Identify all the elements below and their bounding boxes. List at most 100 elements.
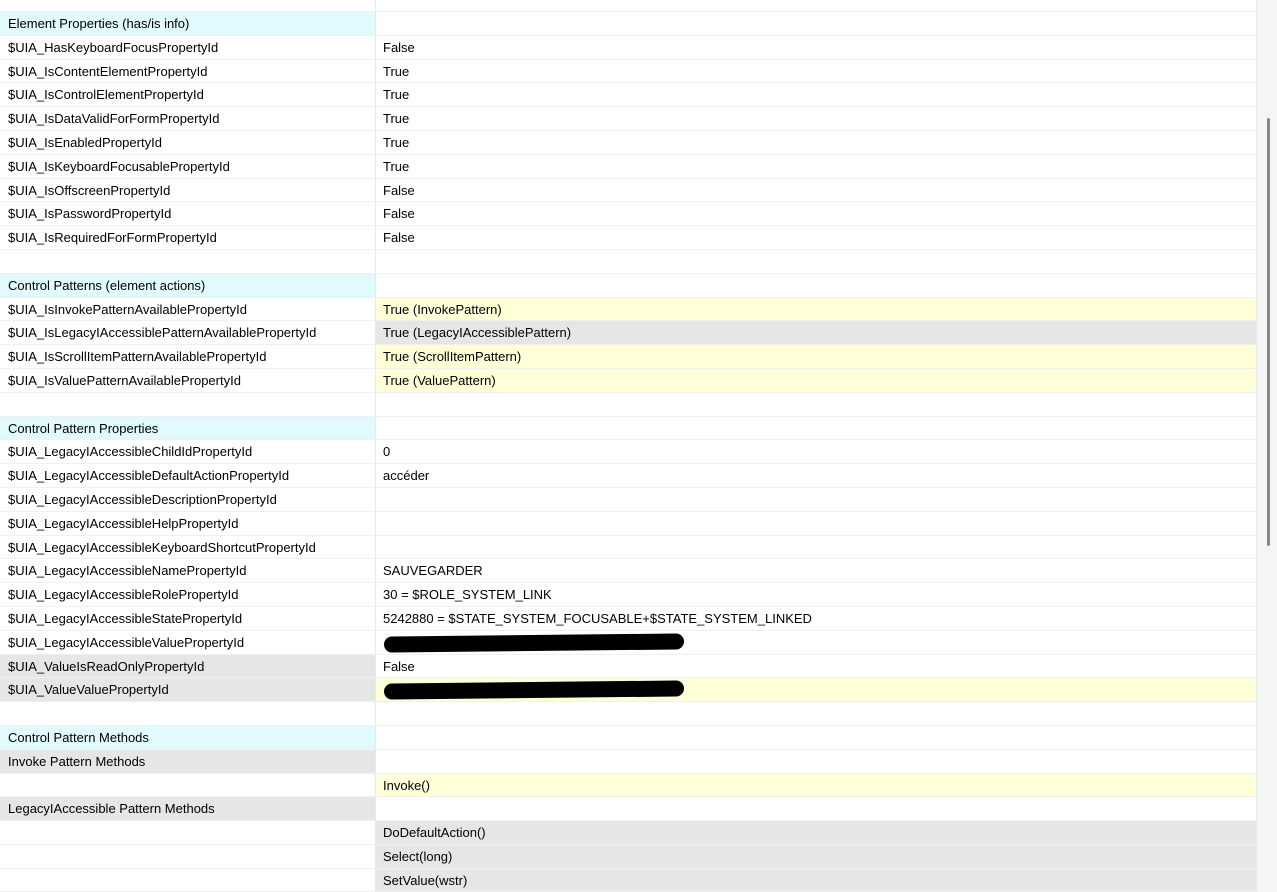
property-name: $UIA_LegacyIAccessibleHelpPropertyId	[0, 511, 376, 535]
property-name: Invoke Pattern Methods	[0, 749, 376, 773]
property-value	[376, 417, 1248, 440]
property-value: True	[376, 83, 1248, 106]
property-name: $UIA_ValueValuePropertyId	[0, 678, 376, 702]
property-name: LegacyIAccessible Pattern Methods	[0, 797, 376, 821]
property-name: $UIA_IsRequiredForFormPropertyId	[0, 226, 376, 249]
row-end	[1248, 655, 1256, 678]
property-name: $UIA_IsKeyboardFocusablePropertyId	[0, 154, 376, 178]
property-row[interactable]: $UIA_IsKeyboardFocusablePropertyId True	[0, 154, 1256, 179]
redaction-mark	[383, 680, 685, 700]
row-end	[1248, 393, 1256, 416]
property-name: $UIA_IsScrollItemPatternAvailablePropert…	[0, 345, 376, 368]
property-row[interactable]: $UIA_LegacyIAccessibleRolePropertyId 30 =…	[0, 583, 1256, 607]
property-value: DoDefaultAction()	[376, 821, 1248, 844]
property-row[interactable]: $UIA_IsInvokePatternAvailablePropertyId T…	[0, 297, 1256, 322]
row-end	[1248, 60, 1256, 83]
property-row[interactable]: $UIA_IsScrollItemPatternAvailablePropert…	[0, 345, 1256, 369]
property-row[interactable]: $UIA_IsPasswordPropertyId False	[0, 202, 1256, 227]
property-row[interactable]: $UIA_IsValuePatternAvailablePropertyId Tr…	[0, 368, 1256, 393]
row-end	[1248, 368, 1256, 392]
section-title: Control Pattern Properties	[0, 416, 376, 440]
property-value-text: accéder	[383, 468, 430, 484]
property-value-text: True	[383, 111, 410, 127]
row-end	[1248, 464, 1256, 487]
property-value	[376, 512, 1248, 535]
property-row[interactable]: $UIA_LegacyIAccessibleChildIdPropertyId 0	[0, 440, 1256, 465]
property-name: $UIA_LegacyIAccessibleNamePropertyId	[0, 559, 376, 583]
property-row[interactable]: DoDefaultAction()	[0, 821, 1256, 845]
property-name: $UIA_IsLegacyIAccessiblePatternAvailable…	[0, 321, 376, 345]
property-row[interactable]	[0, 0, 1256, 12]
section-header-row[interactable]: Control Pattern Methods	[0, 725, 1256, 750]
property-value: True	[376, 155, 1248, 178]
property-row[interactable]	[0, 249, 1256, 274]
property-row[interactable]: Invoke()	[0, 773, 1256, 798]
row-end	[1248, 131, 1256, 154]
section-header-row[interactable]: Control Pattern Properties	[0, 416, 1256, 441]
property-name: $UIA_IsContentElementPropertyId	[0, 59, 376, 83]
property-value: False	[376, 202, 1248, 225]
property-row[interactable]: $UIA_ValueValuePropertyId	[0, 678, 1256, 703]
property-row[interactable]: $UIA_IsContentElementPropertyId True	[0, 59, 1256, 84]
row-end	[1248, 417, 1256, 440]
property-value	[376, 702, 1248, 725]
property-value: accéder	[376, 464, 1248, 487]
property-row[interactable]: Select(long)	[0, 844, 1256, 869]
property-value: 30 = $ROLE_SYSTEM_LINK	[376, 583, 1248, 606]
property-row[interactable]: LegacyIAccessible Pattern Methods	[0, 797, 1256, 822]
property-row[interactable]: $UIA_LegacyIAccessibleDefaultActionPrope…	[0, 464, 1256, 488]
row-end	[1248, 107, 1256, 130]
property-row[interactable]: $UIA_LegacyIAccessibleNamePropertyId SAUV…	[0, 559, 1256, 584]
property-value	[376, 631, 1248, 654]
property-value	[376, 274, 1248, 297]
property-value	[376, 678, 1248, 702]
row-end	[1248, 179, 1256, 202]
property-row[interactable]: $UIA_LegacyIAccessibleValuePropertyId	[0, 630, 1256, 655]
row-end	[1248, 844, 1256, 868]
property-row[interactable]: $UIA_IsLegacyIAccessiblePatternAvailable…	[0, 321, 1256, 346]
section-header-row[interactable]: Element Properties (has/is info)	[0, 12, 1256, 36]
property-name: $UIA_IsPasswordPropertyId	[0, 202, 376, 226]
property-value: 5242880 = $STATE_SYSTEM_FOCUSABLE+$STATE…	[376, 607, 1248, 630]
property-row[interactable]: $UIA_IsRequiredForFormPropertyId False	[0, 226, 1256, 250]
property-row[interactable]: SetValue(wstr)	[0, 868, 1256, 892]
scrollbar-thumb[interactable]	[1267, 118, 1270, 546]
property-value	[376, 0, 1248, 11]
property-row[interactable]: $UIA_LegacyIAccessibleStatePropertyId 524…	[0, 606, 1256, 631]
property-row[interactable]: $UIA_IsOffscreenPropertyId False	[0, 178, 1256, 203]
property-value-text: True (ValuePattern)	[383, 372, 496, 388]
property-row[interactable]: $UIA_HasKeyboardFocusPropertyId False	[0, 35, 1256, 60]
property-row[interactable]: Invoke Pattern Methods	[0, 749, 1256, 774]
property-name: $UIA_LegacyIAccessibleDefaultActionPrope…	[0, 464, 376, 487]
property-value-text: False	[383, 182, 415, 198]
section-header-row[interactable]: Control Patterns (element actions)	[0, 273, 1256, 298]
property-value-text: True	[383, 63, 410, 79]
vertical-scrollbar[interactable]	[1256, 0, 1277, 892]
property-name	[0, 821, 376, 844]
row-end	[1248, 821, 1256, 844]
row-end	[1248, 321, 1256, 345]
property-row[interactable]: $UIA_ValueIsReadOnlyPropertyId False	[0, 654, 1256, 679]
property-row[interactable]: $UIA_IsControlElementPropertyId True	[0, 83, 1256, 108]
property-row[interactable]: $UIA_LegacyIAccessibleHelpPropertyId	[0, 511, 1256, 536]
property-name: $UIA_LegacyIAccessibleChildIdPropertyId	[0, 440, 376, 464]
property-value-text: False	[383, 39, 415, 55]
property-row[interactable]: $UIA_LegacyIAccessibleKeyboardShortcutPr…	[0, 535, 1256, 560]
row-end	[1248, 702, 1256, 725]
property-value	[376, 393, 1248, 416]
row-end	[1248, 868, 1256, 892]
property-row[interactable]	[0, 392, 1256, 417]
property-row[interactable]	[0, 702, 1256, 726]
property-value: True	[376, 131, 1248, 154]
property-value-text: True	[383, 134, 410, 150]
property-value-text: 5242880 = $STATE_SYSTEM_FOCUSABLE+$STATE…	[383, 610, 812, 626]
row-end	[1248, 274, 1256, 297]
property-row[interactable]: $UIA_IsDataValidForFormPropertyId True	[0, 107, 1256, 131]
property-value: SAUVEGARDER	[376, 559, 1248, 582]
property-value	[376, 797, 1248, 820]
property-row[interactable]: $UIA_IsEnabledPropertyId True	[0, 130, 1256, 155]
property-value-text: True	[383, 87, 410, 103]
property-value-text: False	[383, 230, 415, 246]
property-value: True (ScrollItemPattern)	[376, 345, 1248, 368]
property-row[interactable]: $UIA_LegacyIAccessibleDescriptionPropert…	[0, 487, 1256, 512]
